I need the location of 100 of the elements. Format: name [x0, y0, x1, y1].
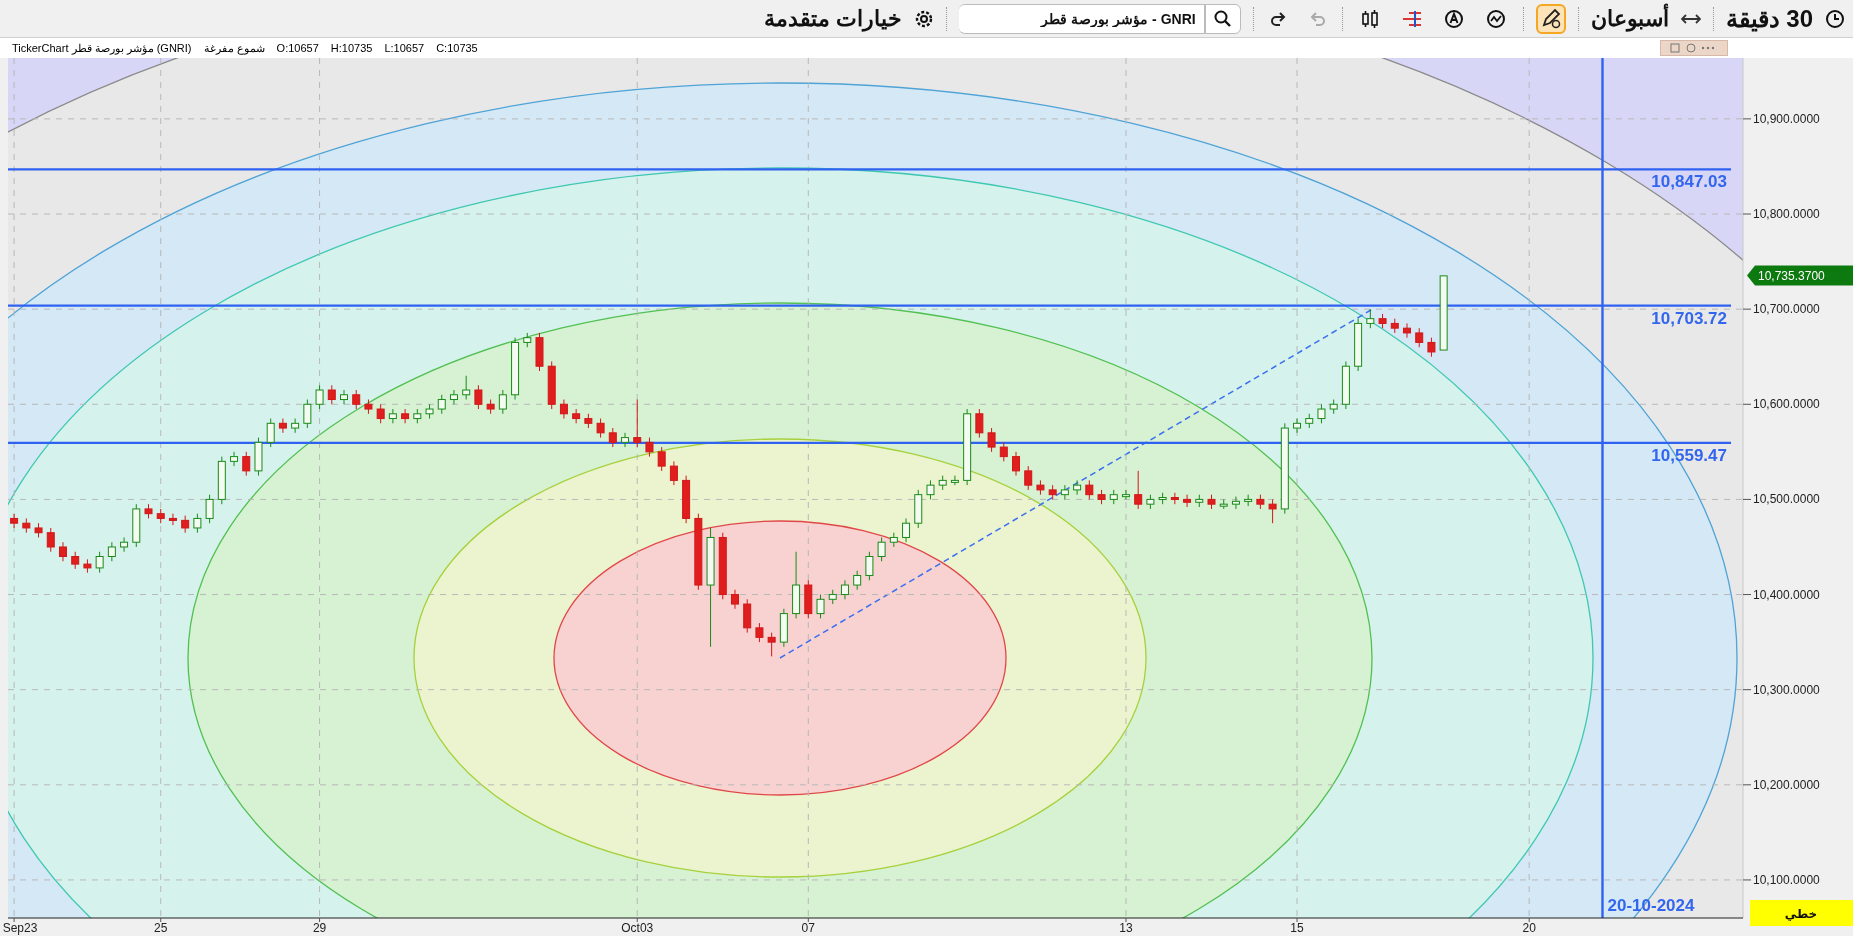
- candlestick: [755, 622, 764, 643]
- candlestick: [975, 408, 984, 439]
- candlestick: [193, 513, 202, 534]
- candlestick: [1256, 494, 1265, 510]
- candlestick: [535, 332, 544, 372]
- candlestick: [840, 579, 849, 600]
- candlestick: [217, 456, 226, 505]
- scale-mode-button[interactable]: خطي: [1750, 900, 1853, 926]
- date-axis-label: 25: [154, 921, 168, 935]
- candlestick: [1317, 403, 1326, 424]
- price-axis-label: 10,200.0000: [1753, 777, 1820, 792]
- candlestick: [657, 446, 666, 472]
- candlestick: [1403, 322, 1411, 339]
- candlestick: [669, 460, 678, 486]
- date-axis-label: 07: [801, 921, 815, 935]
- level-label: 10,847.03: [1651, 172, 1727, 192]
- symbol-field[interactable]: GNRI - مؤشر بورصة قطر: [958, 3, 1205, 34]
- candlestick: [511, 337, 520, 401]
- candlestick: [865, 551, 874, 581]
- interval-label[interactable]: 30 دقيقة: [1725, 0, 1813, 37]
- candlestick: [95, 551, 104, 574]
- candlestick: [731, 589, 739, 610]
- level-label: 10,703.72: [1651, 308, 1727, 328]
- last-price-tag: 10,735.3700: [1747, 265, 1853, 286]
- candlestick: [792, 551, 801, 619]
- open-value: O:10657: [276, 40, 319, 56]
- candlestick: [853, 570, 862, 591]
- candlestick: [266, 418, 275, 448]
- candlestick: [205, 494, 214, 524]
- candlestick: [132, 503, 141, 548]
- advanced-options-link[interactable]: خيارات متقدمة: [763, 2, 902, 35]
- price-axis-label: 10,400.0000: [1753, 587, 1820, 602]
- candlestick: [462, 375, 471, 401]
- candlestick: [107, 541, 116, 562]
- clock-icon[interactable]: [1825, 8, 1845, 29]
- candlestick: [938, 475, 947, 491]
- candlestick: [950, 475, 959, 486]
- candlestick: [1036, 479, 1045, 496]
- candlestick: [889, 532, 898, 548]
- candlestick: [1244, 494, 1253, 507]
- candlestick: [718, 532, 727, 600]
- high-value: H:10735: [330, 40, 373, 56]
- candlestick: [278, 418, 287, 434]
- settings-icon[interactable]: [913, 8, 934, 29]
- candlestick: [584, 413, 593, 429]
- candlestick: [1378, 313, 1387, 329]
- search-icon[interactable]: [1212, 8, 1233, 29]
- candlestick: [181, 515, 190, 534]
- candlestick: [1329, 399, 1338, 415]
- level-line[interactable]: [8, 441, 1731, 444]
- search-button[interactable]: [1204, 3, 1241, 34]
- candlestick: [1305, 413, 1314, 429]
- candlestick: [1366, 308, 1375, 329]
- low-value: L:10657: [384, 40, 425, 56]
- candlestick: [327, 384, 336, 405]
- candlestick: [352, 389, 361, 410]
- candlestick: [59, 541, 67, 562]
- close-value: C:10735: [436, 40, 478, 56]
- candlestick: [1231, 496, 1240, 510]
- candlestick: [816, 594, 825, 619]
- candlestick: [254, 437, 263, 477]
- candlestick: [474, 384, 483, 410]
- pen-icon[interactable]: [1535, 3, 1566, 34]
- candlestick: [388, 408, 397, 424]
- candlestick: [1146, 494, 1155, 510]
- candlestick: [608, 427, 617, 448]
- candlestick: [645, 437, 654, 458]
- candlestick: [523, 332, 532, 348]
- candlestick: [559, 399, 568, 420]
- candlestick: [1207, 494, 1216, 510]
- price-axis-label: 10,700.0000: [1753, 302, 1820, 317]
- price-axis-label: 10,100.0000: [1753, 872, 1820, 887]
- candlestick: [1390, 318, 1399, 334]
- candlestick: [71, 551, 80, 570]
- trend-line[interactable]: [779, 309, 1372, 659]
- range-label[interactable]: أسبوعان: [1590, 2, 1669, 35]
- candlestick: [376, 403, 385, 424]
- candlestick: [1341, 360, 1350, 410]
- candlestick: [144, 503, 153, 519]
- candlestick: [425, 403, 434, 420]
- price-axis-label: 10,800.0000: [1753, 207, 1820, 221]
- date-axis-label: Oct03: [621, 921, 654, 935]
- candlestick: [1219, 498, 1228, 510]
- candlestick: [303, 399, 312, 429]
- candlestick: [1415, 327, 1424, 348]
- candlestick: [1354, 318, 1363, 372]
- candlestick: [315, 384, 324, 410]
- price-axis-label: 10,600.0000: [1753, 397, 1820, 412]
- candlestick: [596, 418, 605, 439]
- double-arrow-icon[interactable]: [1680, 12, 1701, 25]
- candlestick: [926, 479, 935, 500]
- candlestick: [1122, 489, 1130, 500]
- candlestick: [1427, 337, 1436, 358]
- candlestick: [804, 579, 813, 619]
- candlestick: [156, 508, 165, 524]
- candlestick: [1170, 492, 1179, 505]
- candlestick: [743, 598, 752, 634]
- date-axis-label: Sep23: [2, 921, 38, 935]
- candlestick: [1109, 489, 1118, 505]
- candlestick: [83, 558, 92, 574]
